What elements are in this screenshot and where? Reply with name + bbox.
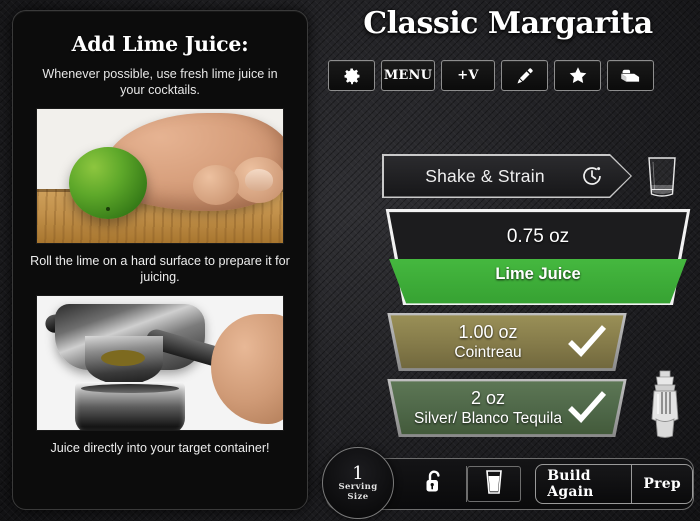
fingernail <box>245 169 273 191</box>
build-again-button[interactable]: Build Again <box>536 465 633 503</box>
settings-button[interactable] <box>328 60 375 91</box>
checkmark-icon <box>567 325 607 364</box>
cocktail-shaker-icon <box>642 368 688 447</box>
press-bowl <box>85 336 163 384</box>
metal-cup <box>75 382 185 430</box>
prep-button[interactable]: Prep <box>632 465 692 503</box>
menu-button[interactable]: MENU <box>381 60 435 91</box>
tip-photo-citrus-press <box>36 295 284 431</box>
app-root: Add Lime Juice: Whenever possible, use f… <box>0 0 700 521</box>
marker-icon <box>514 66 536 86</box>
menu-button-label: MENU <box>383 68 433 83</box>
recipe-box-icon <box>619 66 642 86</box>
ingredient-row-active[interactable]: 0.75 oz Lime Juice <box>381 209 695 305</box>
glassware-button[interactable] <box>467 466 522 502</box>
toolbar: MENU +V <box>328 60 654 91</box>
ingredient-name: Lime Juice <box>495 265 581 283</box>
tip-subtitle: Whenever possible, use fresh lime juice … <box>42 67 278 97</box>
action-button-group: Build Again Prep <box>535 464 694 504</box>
pint-glass-icon <box>484 469 504 500</box>
hand <box>211 314 283 424</box>
checkmark-icon <box>567 391 607 430</box>
lock-toggle-button[interactable] <box>401 466 468 502</box>
rocks-glass-icon <box>640 152 684 207</box>
ingredient-name: Silver/ Blanco Tequila <box>414 410 562 427</box>
recipe-box-button[interactable] <box>607 60 654 91</box>
serving-size-label-line2: Size <box>347 491 369 502</box>
tip-panel: Add Lime Juice: Whenever possible, use f… <box>12 10 308 510</box>
recipe-title: Classic Margarita <box>363 6 653 41</box>
method-label: Shake & Strain <box>425 165 545 186</box>
favorite-button[interactable] <box>554 60 601 91</box>
unlocked-padlock-icon <box>422 468 446 501</box>
add-volume-button[interactable]: +V <box>441 60 495 91</box>
tip-caption-2: Juice directly into your target containe… <box>50 441 270 455</box>
edit-button[interactable] <box>501 60 548 91</box>
tip-title: Add Lime Juice: <box>71 32 249 56</box>
ingredient-amount: 0.75 oz <box>506 226 570 247</box>
method-step-button[interactable]: Shake & Strain <box>382 154 632 198</box>
gear-icon <box>342 66 362 86</box>
ingredient-amount: 1.00 oz <box>458 322 518 342</box>
star-icon <box>567 65 589 86</box>
knuckle <box>193 165 239 205</box>
timer-icon[interactable] <box>580 164 604 193</box>
method-row: Shake & Strain <box>382 154 694 200</box>
ingredient-amount: 2 oz <box>470 388 506 408</box>
serving-size-label-line1: Serving <box>338 481 378 492</box>
tip-caption-1: Roll the lime on a hard surface to prepa… <box>30 254 290 284</box>
serving-size-badge[interactable]: 1 Serving Size <box>322 447 394 519</box>
ingredient-row-complete[interactable]: 1.00 oz Cointreau <box>381 313 633 371</box>
serving-size-count: 1 <box>352 462 364 484</box>
lime-fruit <box>69 147 147 219</box>
add-volume-button-label: +V <box>457 68 479 83</box>
tip-photo-rolling-lime <box>36 108 284 244</box>
ingredient-name: Cointreau <box>454 344 522 361</box>
ingredient-row-complete[interactable]: 2 oz Silver/ Blanco Tequila <box>381 379 633 437</box>
